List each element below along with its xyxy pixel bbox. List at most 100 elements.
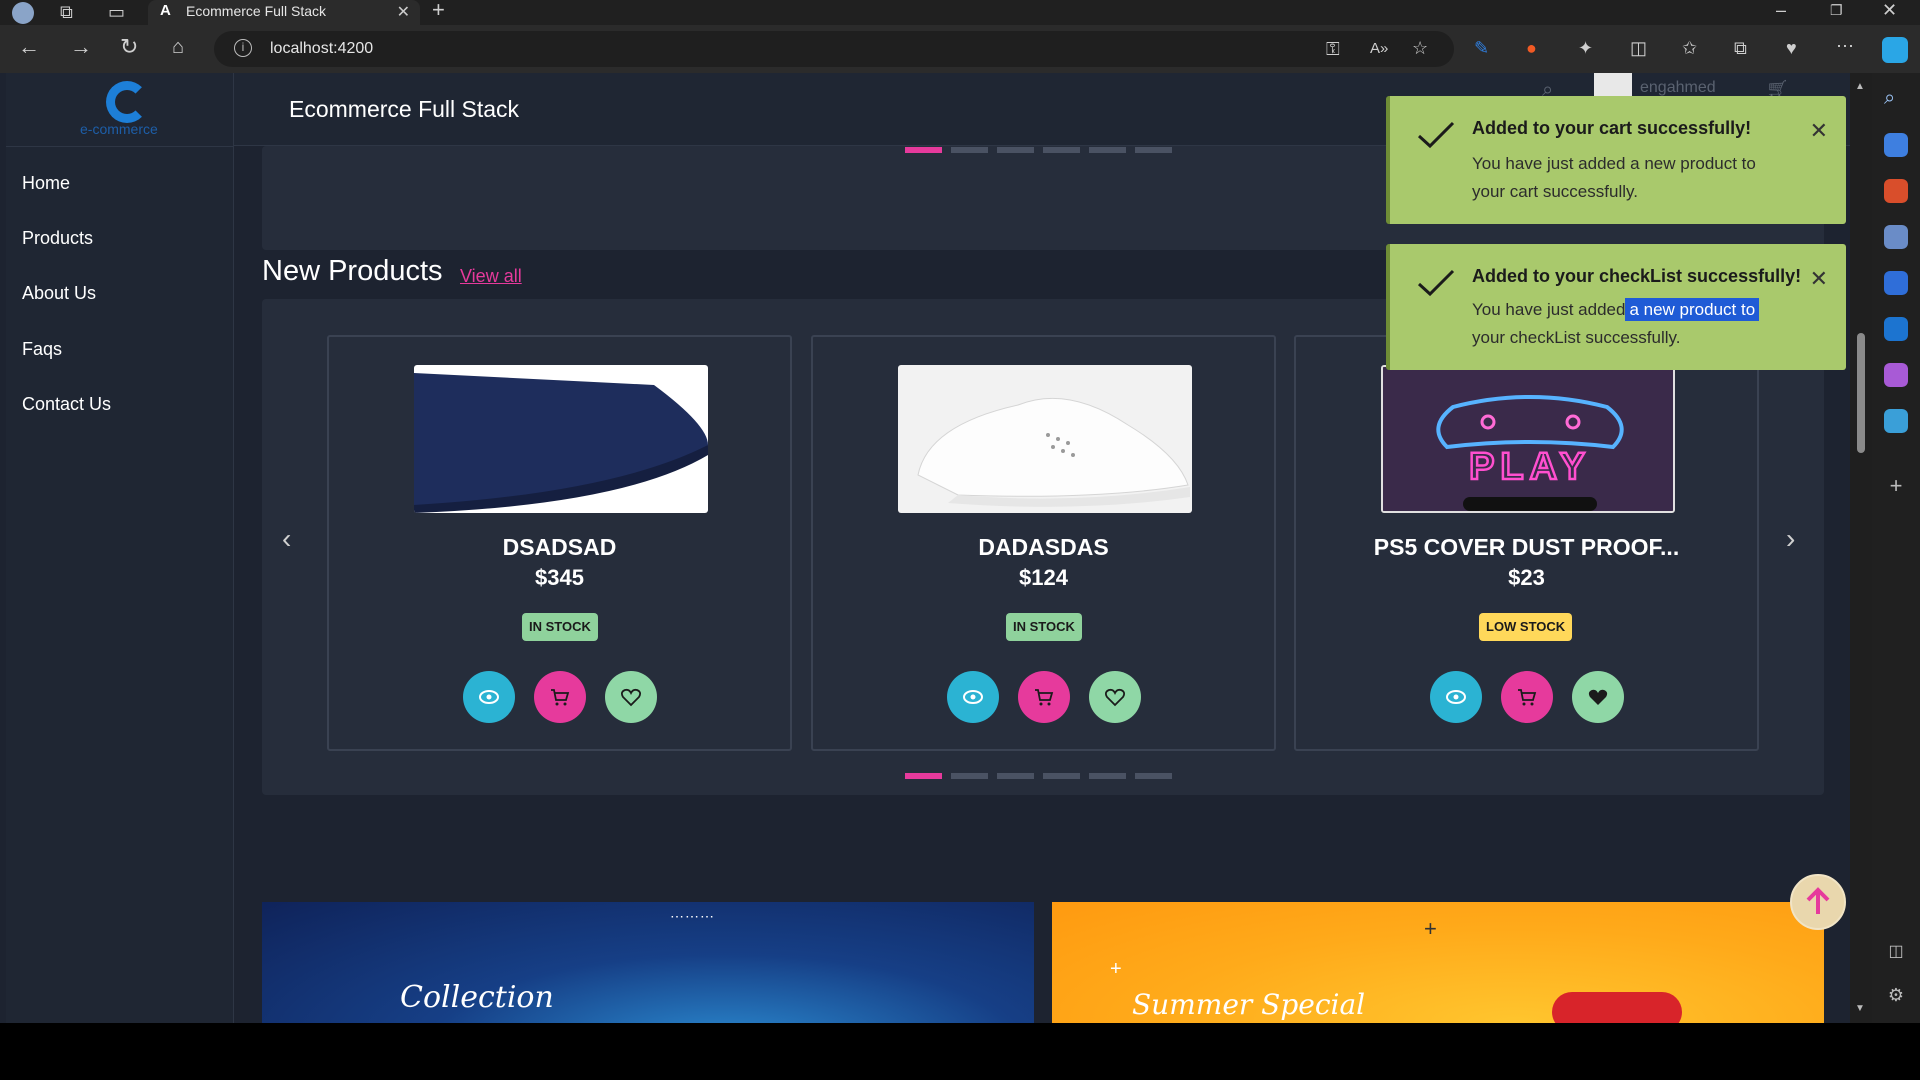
add-to-cart-button[interactable]: [1018, 671, 1070, 723]
product-card[interactable]: DADASDAS $124 IN STOCK: [811, 335, 1276, 751]
microsoft-365-icon[interactable]: [1884, 271, 1908, 295]
extensions-icon[interactable]: ✦: [1578, 38, 1593, 58]
add-to-wishlist-button[interactable]: [605, 671, 657, 723]
slider-dot[interactable]: [1135, 147, 1172, 153]
add-to-cart-button[interactable]: [534, 671, 586, 723]
product-name[interactable]: DSADSAD: [329, 534, 790, 561]
outlook-icon[interactable]: [1884, 317, 1908, 341]
key-icon[interactable]: ⚿: [1326, 39, 1340, 59]
refresh-icon[interactable]: ↻: [120, 36, 138, 58]
view-button[interactable]: [463, 671, 515, 723]
close-tab-icon[interactable]: ✕: [397, 2, 410, 22]
collection-banner[interactable]: ⋯⋯⋯ Collection: [262, 902, 1034, 1023]
games-icon[interactable]: [1884, 225, 1908, 249]
settings-icon[interactable]: ⚙: [1884, 985, 1908, 1009]
restore-icon[interactable]: ❐: [1830, 0, 1843, 20]
product-name[interactable]: PS5 COVER DUST PROOF...: [1296, 534, 1757, 561]
back-icon[interactable]: ←: [18, 36, 40, 58]
scroll-up-icon[interactable]: ▲: [1855, 81, 1865, 92]
add-to-wishlist-button[interactable]: [1572, 671, 1624, 723]
scroll-down-icon[interactable]: ▼: [1855, 1003, 1865, 1014]
pen-extension-icon[interactable]: ✎: [1474, 38, 1489, 58]
designer-icon[interactable]: [1884, 363, 1908, 387]
add-to-wishlist-button[interactable]: [1089, 671, 1141, 723]
view-button[interactable]: [1430, 671, 1482, 723]
sidebar-item-products[interactable]: Products: [22, 228, 93, 249]
minimize-icon[interactable]: –: [1776, 0, 1786, 20]
eye-icon: [963, 690, 983, 704]
copilot-icon[interactable]: [1882, 37, 1908, 63]
workspaces-icon[interactable]: ⧉: [60, 2, 73, 22]
slider-dot[interactable]: [1089, 773, 1126, 779]
close-icon[interactable]: ✕: [1810, 118, 1828, 144]
view-button[interactable]: [947, 671, 999, 723]
toast-message: You have just added a new product to you…: [1472, 150, 1802, 206]
stock-badge: IN STOCK: [1006, 613, 1082, 641]
favorites-icon[interactable]: ✩: [1682, 38, 1697, 58]
collections-icon[interactable]: ⧉: [1734, 38, 1747, 58]
product-image-sneaker[interactable]: [898, 365, 1192, 513]
forward-icon[interactable]: →: [70, 36, 92, 58]
slider-dot[interactable]: [997, 773, 1034, 779]
close-icon[interactable]: ✕: [1810, 266, 1828, 292]
toast-message-prefix: You have just added: [1472, 300, 1626, 319]
tools-icon[interactable]: [1884, 179, 1908, 203]
sidebar-toggle-icon[interactable]: ◫: [1884, 941, 1908, 965]
toast-message-line: You have just added a new product to: [1472, 154, 1756, 173]
close-window-icon[interactable]: ✕: [1882, 0, 1897, 20]
send-icon[interactable]: [1884, 409, 1908, 433]
sidebar-divider: [6, 146, 234, 147]
username[interactable]: engahmed: [1640, 79, 1716, 97]
slider-dot[interactable]: [951, 773, 988, 779]
read-aloud-icon[interactable]: A»: [1370, 39, 1388, 59]
home-icon[interactable]: ⌂: [172, 37, 184, 57]
product-card[interactable]: DSADSAD $345 IN STOCK: [327, 335, 792, 751]
slider-dot[interactable]: [997, 147, 1034, 153]
product-card[interactable]: PLAY PS5 COVER DUST PROOF... $23 LOW STO…: [1294, 335, 1759, 751]
add-icon[interactable]: +: [1884, 473, 1908, 498]
sidebar-item-faqs[interactable]: Faqs: [22, 339, 62, 360]
brave-extension-icon[interactable]: ●: [1526, 38, 1537, 58]
slider-dot[interactable]: [1043, 147, 1080, 153]
slider-dot[interactable]: [1135, 773, 1172, 779]
browser-tab[interactable]: A Ecommerce Full Stack ✕: [148, 0, 420, 25]
scrollbar-thumb[interactable]: [1857, 333, 1865, 453]
tab-actions-icon[interactable]: ▭: [108, 2, 125, 22]
site-info-icon[interactable]: i: [234, 39, 252, 57]
slider-dot[interactable]: [1043, 773, 1080, 779]
product-image-pillow[interactable]: [414, 365, 708, 513]
browser-tab-bar: ⧉ ▭ A Ecommerce Full Stack ✕ + – ❐ ✕: [0, 0, 1920, 25]
product-price: $345: [535, 565, 584, 590]
profile-icon[interactable]: [12, 2, 34, 24]
arrow-up-icon: [1806, 887, 1830, 914]
slider-dot[interactable]: [1089, 147, 1126, 153]
more-menu-icon[interactable]: ⋯: [1836, 36, 1854, 56]
view-all-link[interactable]: View all: [460, 266, 522, 287]
product-name[interactable]: DADASDAS: [813, 534, 1274, 561]
split-screen-icon[interactable]: ◫: [1630, 38, 1647, 58]
slider-dot[interactable]: [905, 147, 942, 153]
slider-prev-arrow-icon[interactable]: ‹: [282, 523, 291, 555]
sidebar-item-about-us[interactable]: About Us: [22, 283, 96, 304]
tab-title: Ecommerce Full Stack: [186, 3, 327, 19]
logo-mark-icon: [106, 81, 148, 123]
slider-dot[interactable]: [905, 773, 942, 779]
search-icon[interactable]: ⌕: [1884, 87, 1908, 111]
slider-next-arrow-icon[interactable]: ›: [1786, 523, 1795, 555]
favorite-star-icon[interactable]: ☆: [1412, 38, 1428, 58]
site-logo[interactable]: e-commerce: [74, 81, 174, 141]
slider-dot[interactable]: [951, 147, 988, 153]
summer-special-banner[interactable]: + + Summer Special: [1052, 902, 1824, 1023]
new-tab-icon[interactable]: +: [432, 0, 445, 21]
product-image-ps5-cover[interactable]: PLAY: [1381, 365, 1675, 513]
shopping-tag-icon[interactable]: [1884, 133, 1908, 157]
sidebar-item-home[interactable]: Home: [22, 173, 70, 194]
browser-essentials-icon[interactable]: ♥: [1786, 38, 1797, 58]
banner-product-shape: [1552, 992, 1682, 1023]
page-scrollbar[interactable]: ▲ ▼: [1850, 73, 1872, 1023]
scroll-to-top-button[interactable]: [1790, 874, 1846, 930]
logo-text: e-commerce: [80, 121, 158, 137]
add-to-cart-button[interactable]: [1501, 671, 1553, 723]
address-bar[interactable]: i localhost:4200 ⚿ A» ☆: [214, 31, 1454, 67]
sidebar-item-contact-us[interactable]: Contact Us: [22, 394, 111, 415]
